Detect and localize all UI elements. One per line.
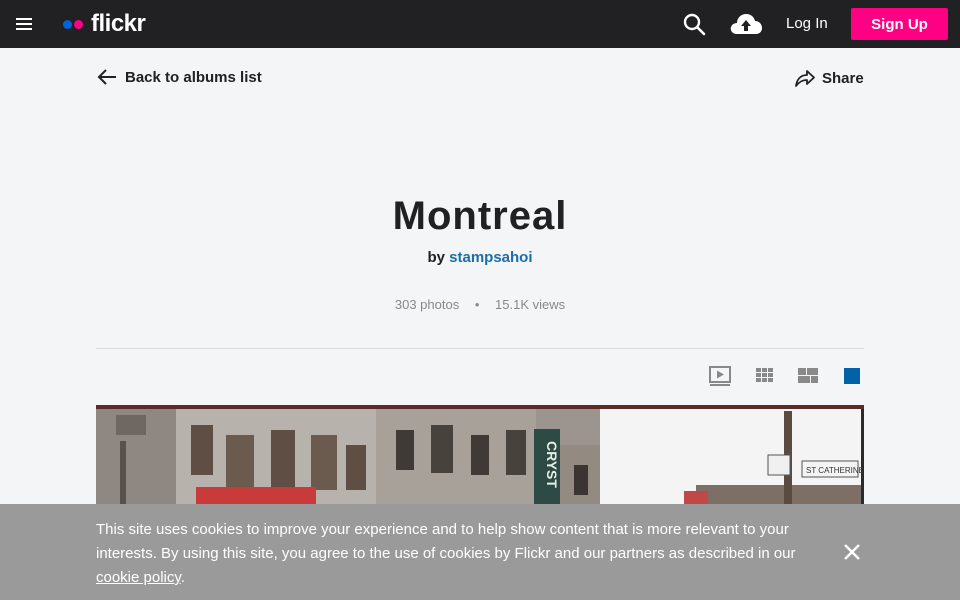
hamburger-menu-icon[interactable]: [14, 14, 34, 34]
top-navigation-bar: flickr Log In Sign Up: [0, 0, 960, 48]
cookie-message: This site uses cookies to improve your e…: [96, 518, 836, 590]
divider: [96, 348, 864, 349]
photo-count: 303 photos: [394, 297, 460, 312]
share-label: Share: [822, 69, 864, 87]
slideshow-view-icon[interactable]: [709, 366, 731, 386]
stats-separator: •: [474, 297, 480, 312]
share-arrow-icon: [795, 70, 815, 87]
logo-pink-dot: [74, 19, 83, 29]
cookie-policy-link[interactable]: cookie policy: [96, 569, 181, 586]
logo-text: flickr: [91, 10, 146, 37]
logo-blue-dot: [63, 19, 72, 29]
back-to-albums-link[interactable]: Back to albums list: [97, 68, 262, 86]
search-icon[interactable]: [682, 12, 706, 36]
arrow-left-icon: [97, 69, 116, 85]
street-sign-text: ST CATHERINE: [806, 466, 864, 475]
shop-sign-text: CRYST: [544, 441, 560, 488]
signup-button[interactable]: Sign Up: [851, 8, 948, 40]
by-prefix: by: [427, 249, 445, 266]
cookie-suffix: .: [180, 569, 185, 586]
cookie-banner: This site uses cookies to improve your e…: [0, 504, 960, 600]
album-title: Montreal: [392, 194, 568, 238]
share-button[interactable]: Share: [794, 68, 864, 88]
album-owner-link[interactable]: stampsahoi: [449, 249, 532, 266]
back-label: Back to albums list: [125, 68, 262, 86]
cloud-upload-icon[interactable]: [729, 10, 763, 38]
close-icon[interactable]: [843, 543, 861, 561]
justified-view-icon[interactable]: [797, 366, 819, 386]
flickr-logo[interactable]: flickr: [63, 10, 146, 38]
single-view-icon[interactable]: [841, 366, 863, 386]
grid-view-icon[interactable]: [755, 366, 777, 386]
login-link[interactable]: Log In: [786, 15, 828, 32]
album-byline: by stampsahoi: [0, 249, 960, 266]
album-stats: 303 photos • 15.1K views: [0, 297, 960, 312]
view-count: 15.1K views: [495, 297, 566, 312]
cookie-text: This site uses cookies to improve your e…: [96, 521, 796, 562]
